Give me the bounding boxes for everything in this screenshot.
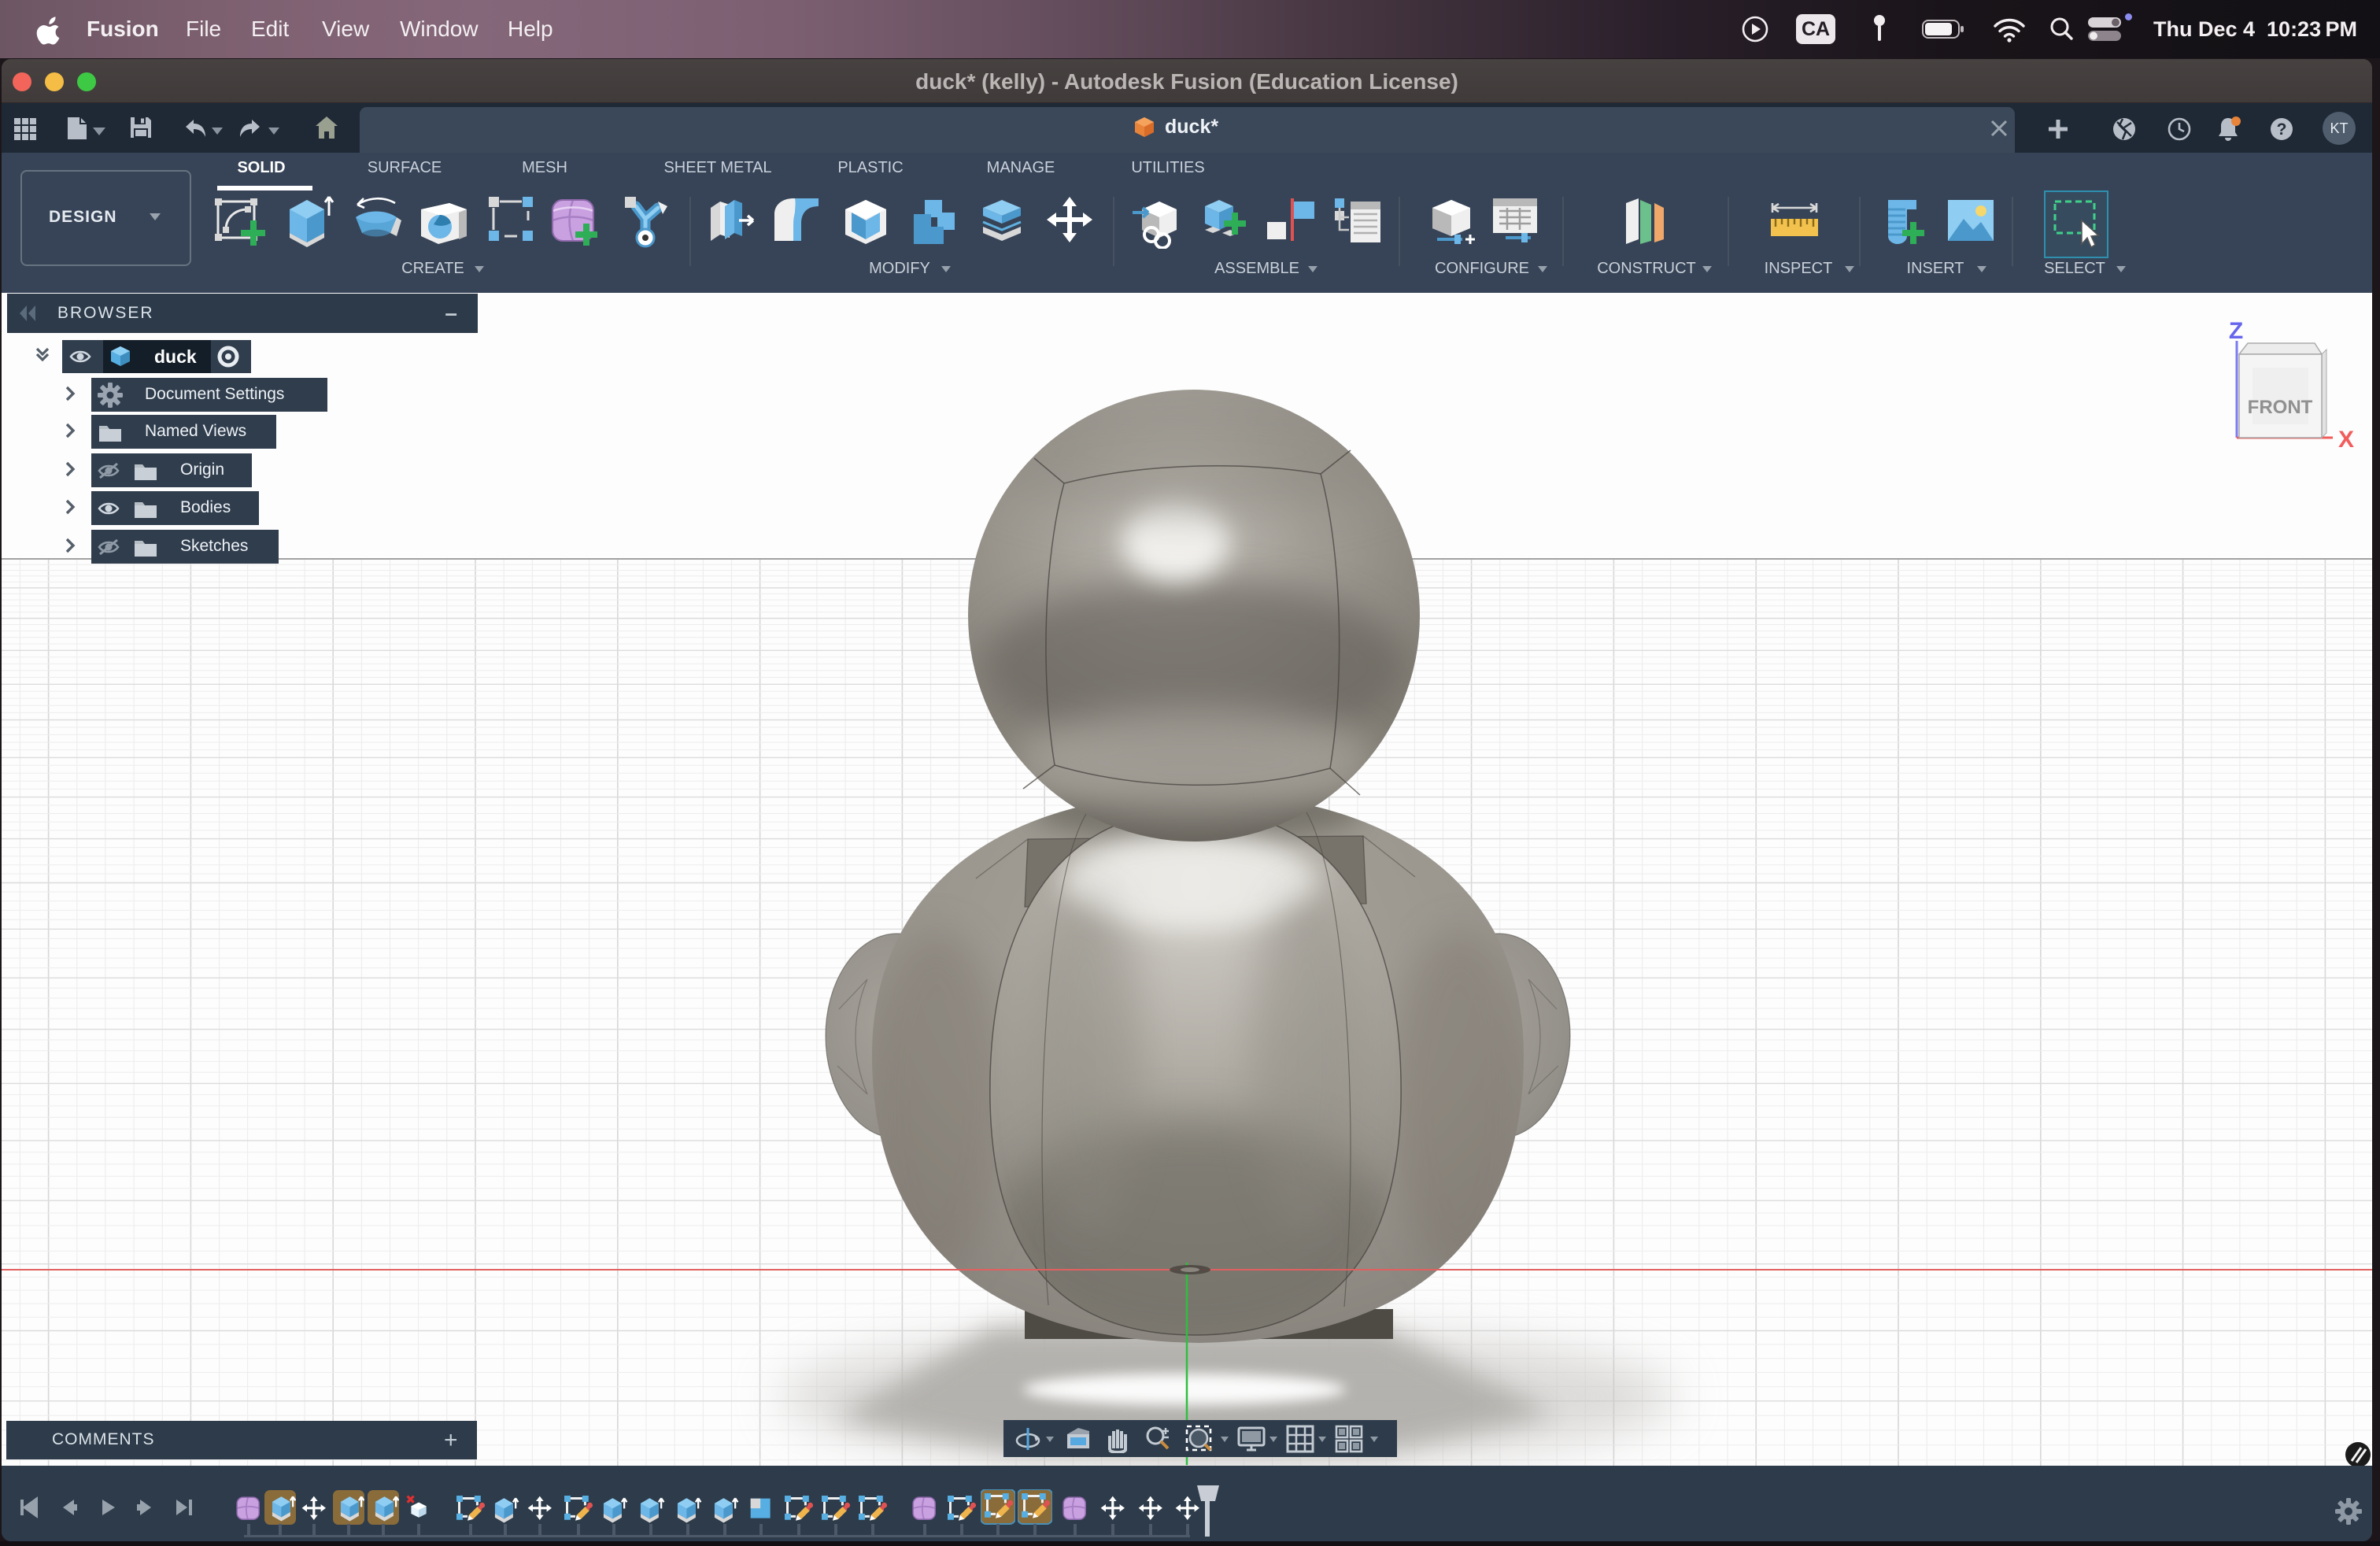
svg-text:?: ? bbox=[2277, 120, 2287, 139]
svg-text:X: X bbox=[2338, 427, 2354, 453]
svg-text:Z: Z bbox=[2229, 318, 2243, 344]
svg-text:FRONT: FRONT bbox=[2248, 397, 2313, 418]
